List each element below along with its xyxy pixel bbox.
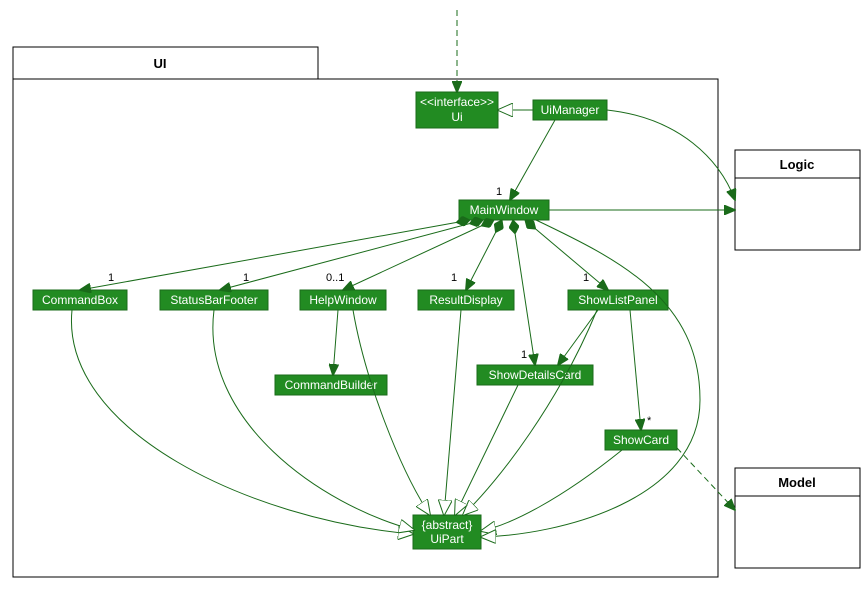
uimanager-name: UiManager bbox=[541, 103, 600, 117]
showcard-extends-uipart bbox=[481, 450, 622, 531]
resultdisplay-extends-uipart bbox=[444, 310, 461, 515]
logic-package-label: Logic bbox=[780, 157, 815, 172]
showdetailscard-multiplicity: 1 bbox=[521, 349, 527, 361]
resultdisplay-name: ResultDisplay bbox=[429, 293, 502, 307]
commandbox-extends-uipart bbox=[71, 310, 413, 534]
mainwindow-name: MainWindow bbox=[470, 203, 539, 217]
helpwindow-name: HelpWindow bbox=[309, 293, 377, 307]
helpwindow-multiplicity: 0..1 bbox=[326, 272, 344, 284]
showlistpanel-to-showcard bbox=[630, 310, 641, 430]
showdetailscard-extends-uipart bbox=[455, 385, 518, 515]
uipart-stereotype: {abstract} bbox=[422, 518, 473, 532]
mainwindow-comp-commandbox bbox=[80, 220, 470, 290]
statusbarfooter-multiplicity: 1 bbox=[243, 272, 249, 284]
mainwindow-comp-showdetailscard bbox=[513, 220, 535, 365]
logic-package-body bbox=[735, 178, 860, 250]
showlistpanel-name: ShowListPanel bbox=[578, 293, 657, 307]
resultdisplay-multiplicity: 1 bbox=[451, 272, 457, 284]
uipart-name: UiPart bbox=[430, 532, 464, 546]
ui-package-label: UI bbox=[154, 56, 167, 71]
commandbuilder-name: CommandBuilder bbox=[285, 378, 378, 392]
showlistpanel-extends-uipart bbox=[463, 310, 597, 515]
uimanager-to-logic bbox=[607, 110, 735, 200]
statusbarfooter-name: StatusBarFooter bbox=[170, 293, 257, 307]
ui-interface-stereotype: <<interface>> bbox=[420, 95, 494, 109]
ui-interface-name: Ui bbox=[451, 110, 462, 124]
mainwindow-comp-statusbarfooter bbox=[220, 220, 483, 290]
ui-package-body bbox=[13, 79, 718, 577]
mainwindow-comp-showlistpanel bbox=[525, 220, 608, 290]
showcard-multiplicity: * bbox=[647, 415, 652, 427]
model-package-label: Model bbox=[778, 475, 816, 490]
showcard-to-model-dependency bbox=[677, 448, 735, 510]
uimanager-to-mainwindow bbox=[510, 120, 555, 200]
helpwindow-extends-uipart bbox=[353, 310, 430, 515]
showlistpanel-to-showdetailscard bbox=[558, 310, 598, 365]
commandbox-name: CommandBox bbox=[42, 293, 118, 307]
mainwindow-multiplicity: 1 bbox=[496, 186, 502, 198]
showcard-name: ShowCard bbox=[613, 433, 669, 447]
showdetailscard-name: ShowDetailsCard bbox=[489, 368, 582, 382]
commandbox-multiplicity: 1 bbox=[108, 272, 114, 284]
helpwindow-to-commandbuilder bbox=[333, 310, 338, 375]
showlistpanel-multiplicity: 1 bbox=[583, 272, 589, 284]
model-package-body bbox=[735, 496, 860, 568]
